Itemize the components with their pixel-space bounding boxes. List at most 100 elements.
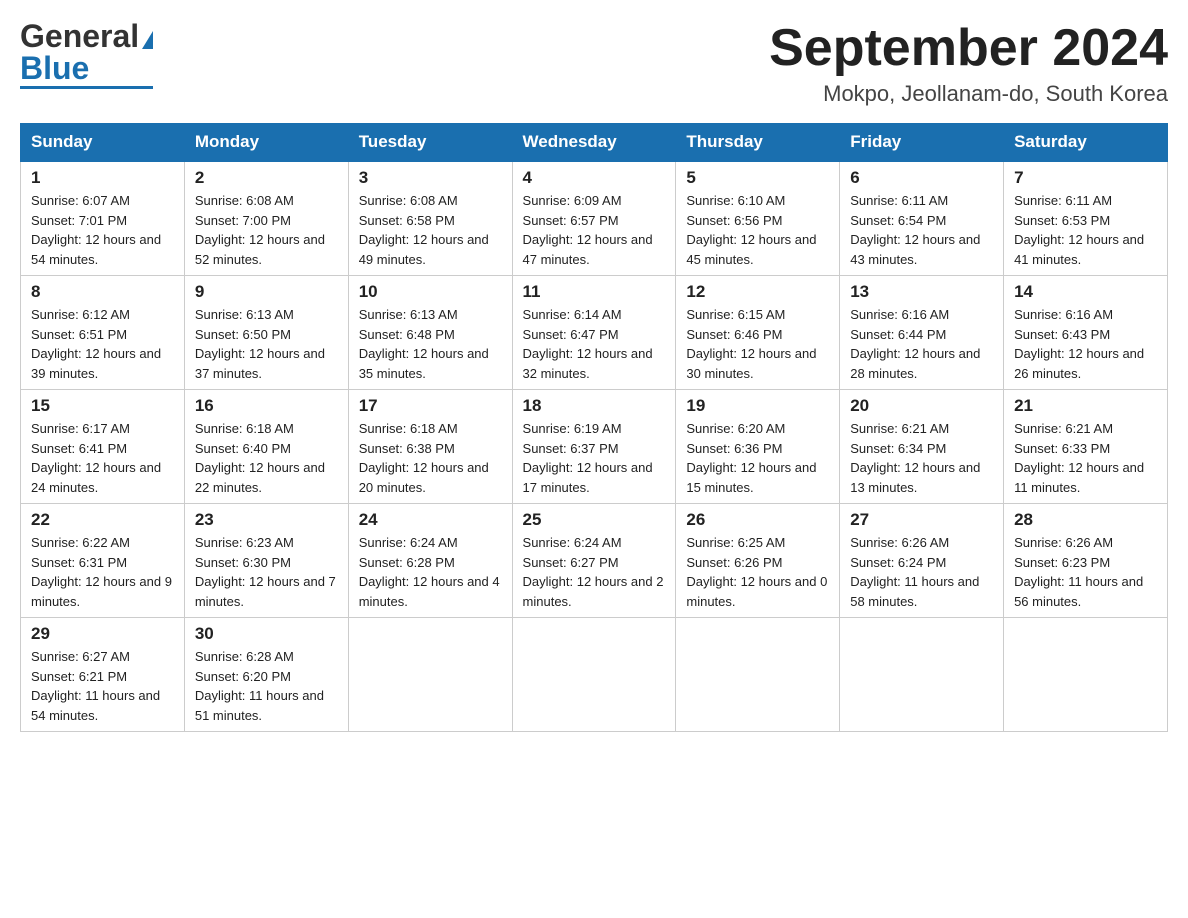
calendar-cell: 3 Sunrise: 6:08 AMSunset: 6:58 PMDaylight… — [348, 161, 512, 276]
day-info: Sunrise: 6:21 AMSunset: 6:33 PMDaylight:… — [1014, 419, 1157, 497]
logo: General Blue — [20, 20, 153, 89]
day-number: 24 — [359, 510, 502, 530]
day-number: 13 — [850, 282, 993, 302]
day-info: Sunrise: 6:16 AMSunset: 6:43 PMDaylight:… — [1014, 305, 1157, 383]
calendar-cell: 1 Sunrise: 6:07 AMSunset: 7:01 PMDaylight… — [21, 161, 185, 276]
day-info: Sunrise: 6:19 AMSunset: 6:37 PMDaylight:… — [523, 419, 666, 497]
day-number: 5 — [686, 168, 829, 188]
calendar-week-2: 8 Sunrise: 6:12 AMSunset: 6:51 PMDaylight… — [21, 276, 1168, 390]
day-info: Sunrise: 6:18 AMSunset: 6:38 PMDaylight:… — [359, 419, 502, 497]
calendar-cell: 27 Sunrise: 6:26 AMSunset: 6:24 PMDayligh… — [840, 504, 1004, 618]
calendar-cell: 22 Sunrise: 6:22 AMSunset: 6:31 PMDayligh… — [21, 504, 185, 618]
calendar-cell: 8 Sunrise: 6:12 AMSunset: 6:51 PMDaylight… — [21, 276, 185, 390]
calendar-cell: 12 Sunrise: 6:15 AMSunset: 6:46 PMDayligh… — [676, 276, 840, 390]
day-number: 8 — [31, 282, 174, 302]
logo-underline — [20, 86, 153, 89]
day-number: 1 — [31, 168, 174, 188]
day-number: 6 — [850, 168, 993, 188]
day-info: Sunrise: 6:15 AMSunset: 6:46 PMDaylight:… — [686, 305, 829, 383]
day-info: Sunrise: 6:24 AMSunset: 6:28 PMDaylight:… — [359, 533, 502, 611]
calendar-cell: 15 Sunrise: 6:17 AMSunset: 6:41 PMDayligh… — [21, 390, 185, 504]
day-info: Sunrise: 6:26 AMSunset: 6:23 PMDaylight:… — [1014, 533, 1157, 611]
calendar-week-5: 29Sunrise: 6:27 AMSunset: 6:21 PMDayligh… — [21, 618, 1168, 732]
calendar-week-4: 22 Sunrise: 6:22 AMSunset: 6:31 PMDayligh… — [21, 504, 1168, 618]
day-number: 27 — [850, 510, 993, 530]
calendar-cell: 30Sunrise: 6:28 AMSunset: 6:20 PMDayligh… — [184, 618, 348, 732]
day-number: 28 — [1014, 510, 1157, 530]
calendar-cell: 28 Sunrise: 6:26 AMSunset: 6:23 PMDayligh… — [1004, 504, 1168, 618]
calendar-cell: 7Sunrise: 6:11 AMSunset: 6:53 PMDaylight… — [1004, 161, 1168, 276]
day-info: Sunrise: 6:23 AMSunset: 6:30 PMDaylight:… — [195, 533, 338, 611]
day-number: 15 — [31, 396, 174, 416]
day-number: 11 — [523, 282, 666, 302]
day-number: 19 — [686, 396, 829, 416]
day-number: 26 — [686, 510, 829, 530]
calendar-week-3: 15 Sunrise: 6:17 AMSunset: 6:41 PMDayligh… — [21, 390, 1168, 504]
calendar-week-1: 1 Sunrise: 6:07 AMSunset: 7:01 PMDaylight… — [21, 161, 1168, 276]
day-info: Sunrise: 6:08 AMSunset: 6:58 PMDaylight:… — [359, 191, 502, 269]
day-of-week-thursday: Thursday — [676, 124, 840, 162]
calendar-cell: 10 Sunrise: 6:13 AMSunset: 6:48 PMDayligh… — [348, 276, 512, 390]
calendar-cell: 6 Sunrise: 6:11 AMSunset: 6:54 PMDaylight… — [840, 161, 1004, 276]
day-info: Sunrise: 6:16 AMSunset: 6:44 PMDaylight:… — [850, 305, 993, 383]
day-info: Sunrise: 6:22 AMSunset: 6:31 PMDaylight:… — [31, 533, 174, 611]
day-number: 30 — [195, 624, 338, 644]
title-block: September 2024 Mokpo, Jeollanam-do, Sout… — [769, 20, 1168, 107]
calendar-cell: 24 Sunrise: 6:24 AMSunset: 6:28 PMDayligh… — [348, 504, 512, 618]
day-of-week-wednesday: Wednesday — [512, 124, 676, 162]
calendar-cell: 23Sunrise: 6:23 AMSunset: 6:30 PMDayligh… — [184, 504, 348, 618]
day-info: Sunrise: 6:27 AMSunset: 6:21 PMDaylight:… — [31, 647, 174, 725]
day-info: Sunrise: 6:09 AMSunset: 6:57 PMDaylight:… — [523, 191, 666, 269]
day-info: Sunrise: 6:24 AMSunset: 6:27 PMDaylight:… — [523, 533, 666, 611]
day-info: Sunrise: 6:26 AMSunset: 6:24 PMDaylight:… — [850, 533, 993, 611]
day-info: Sunrise: 6:11 AMSunset: 6:54 PMDaylight:… — [850, 191, 993, 269]
day-number: 14 — [1014, 282, 1157, 302]
calendar-cell: 13 Sunrise: 6:16 AMSunset: 6:44 PMDayligh… — [840, 276, 1004, 390]
page-header: General Blue September 2024 Mokpo, Jeoll… — [20, 20, 1168, 107]
day-info: Sunrise: 6:10 AMSunset: 6:56 PMDaylight:… — [686, 191, 829, 269]
calendar-cell: 19 Sunrise: 6:20 AMSunset: 6:36 PMDayligh… — [676, 390, 840, 504]
calendar-cell: 2 Sunrise: 6:08 AMSunset: 7:00 PMDaylight… — [184, 161, 348, 276]
day-info: Sunrise: 6:11 AMSunset: 6:53 PMDaylight:… — [1014, 191, 1157, 269]
day-of-week-saturday: Saturday — [1004, 124, 1168, 162]
calendar-cell: 11 Sunrise: 6:14 AMSunset: 6:47 PMDayligh… — [512, 276, 676, 390]
calendar-cell: 5 Sunrise: 6:10 AMSunset: 6:56 PMDaylight… — [676, 161, 840, 276]
day-number: 4 — [523, 168, 666, 188]
calendar-header-row: SundayMondayTuesdayWednesdayThursdayFrid… — [21, 124, 1168, 162]
day-number: 18 — [523, 396, 666, 416]
day-info: Sunrise: 6:13 AMSunset: 6:50 PMDaylight:… — [195, 305, 338, 383]
calendar-cell: 29Sunrise: 6:27 AMSunset: 6:21 PMDayligh… — [21, 618, 185, 732]
day-info: Sunrise: 6:13 AMSunset: 6:48 PMDaylight:… — [359, 305, 502, 383]
day-number: 3 — [359, 168, 502, 188]
calendar-cell — [512, 618, 676, 732]
day-number: 25 — [523, 510, 666, 530]
calendar-cell: 16Sunrise: 6:18 AMSunset: 6:40 PMDayligh… — [184, 390, 348, 504]
day-info: Sunrise: 6:18 AMSunset: 6:40 PMDaylight:… — [195, 419, 338, 497]
calendar-cell: 25 Sunrise: 6:24 AMSunset: 6:27 PMDayligh… — [512, 504, 676, 618]
calendar-cell: 21 Sunrise: 6:21 AMSunset: 6:33 PMDayligh… — [1004, 390, 1168, 504]
day-number: 21 — [1014, 396, 1157, 416]
day-info: Sunrise: 6:14 AMSunset: 6:47 PMDaylight:… — [523, 305, 666, 383]
day-info: Sunrise: 6:17 AMSunset: 6:41 PMDaylight:… — [31, 419, 174, 497]
calendar-cell — [676, 618, 840, 732]
day-number: 2 — [195, 168, 338, 188]
calendar-cell — [1004, 618, 1168, 732]
day-number: 22 — [31, 510, 174, 530]
calendar-cell: 18 Sunrise: 6:19 AMSunset: 6:37 PMDayligh… — [512, 390, 676, 504]
location-text: Mokpo, Jeollanam-do, South Korea — [769, 81, 1168, 107]
day-number: 9 — [195, 282, 338, 302]
day-info: Sunrise: 6:25 AMSunset: 6:26 PMDaylight:… — [686, 533, 829, 611]
day-number: 10 — [359, 282, 502, 302]
day-of-week-friday: Friday — [840, 124, 1004, 162]
day-number: 12 — [686, 282, 829, 302]
calendar-cell — [840, 618, 1004, 732]
day-info: Sunrise: 6:12 AMSunset: 6:51 PMDaylight:… — [31, 305, 174, 383]
logo-triangle-icon — [142, 31, 153, 49]
logo-blue-text: Blue — [20, 52, 89, 84]
calendar-cell — [348, 618, 512, 732]
day-info: Sunrise: 6:07 AMSunset: 7:01 PMDaylight:… — [31, 191, 174, 269]
calendar-table: SundayMondayTuesdayWednesdayThursdayFrid… — [20, 123, 1168, 732]
month-title: September 2024 — [769, 20, 1168, 77]
day-info: Sunrise: 6:08 AMSunset: 7:00 PMDaylight:… — [195, 191, 338, 269]
day-info: Sunrise: 6:20 AMSunset: 6:36 PMDaylight:… — [686, 419, 829, 497]
